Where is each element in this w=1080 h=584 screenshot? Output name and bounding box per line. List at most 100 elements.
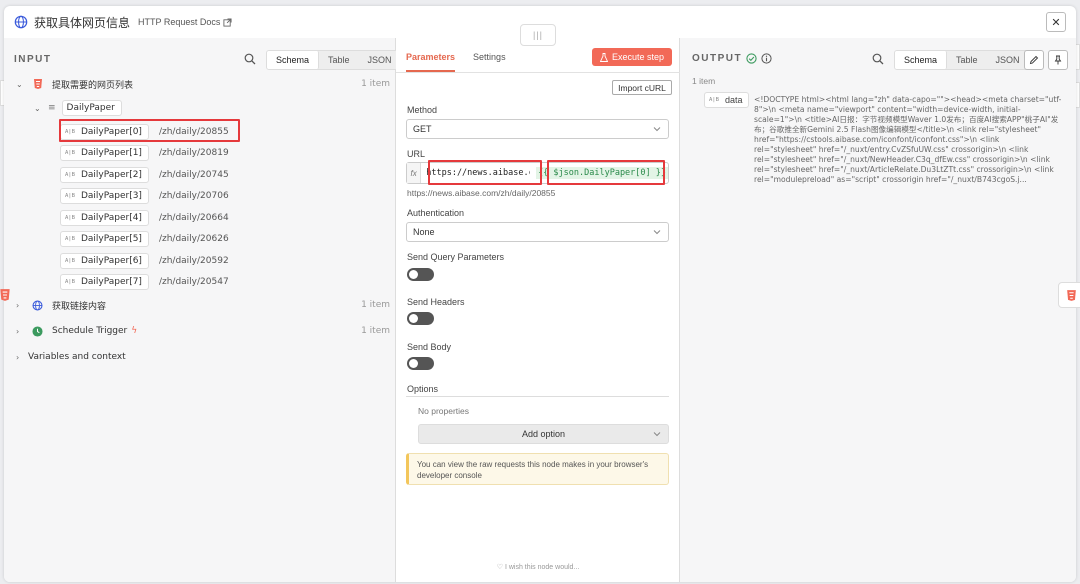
info-icon[interactable] xyxy=(761,53,772,64)
send-body-label: Send Body xyxy=(407,342,452,352)
field-value: /zh/daily/20664 xyxy=(158,213,229,223)
list-item[interactable]: A|B DailyPaper[1] /zh/daily/20819 xyxy=(60,143,229,163)
lightbulb-icon: ♡ xyxy=(496,564,505,571)
globe-icon xyxy=(14,15,28,29)
field-key: DailyPaper[2] xyxy=(80,170,142,180)
output-panel: OUTPUT Schema Table JSON 1 item A|B data… xyxy=(680,38,1076,582)
chevron-down-icon xyxy=(653,127,661,132)
variables-label: Variables and context xyxy=(28,352,126,362)
list-item[interactable]: A|B DailyPaper[5] /zh/daily/20626 xyxy=(60,229,229,249)
method-label: Method xyxy=(407,105,438,115)
output-tab-table[interactable]: Table xyxy=(947,51,987,69)
docs-link-label: HTTP Request Docs xyxy=(138,17,221,27)
output-field-pill: A|B data xyxy=(704,92,750,108)
output-heading-row: OUTPUT xyxy=(692,53,772,64)
field-pill: A|B DailyPaper[4] xyxy=(60,210,149,226)
panel-drag-handle[interactable]: ||| xyxy=(520,24,556,46)
node-title[interactable]: 获取具体网页信息 xyxy=(34,14,130,31)
field-value: /zh/daily/20592 xyxy=(158,256,229,266)
output-field-value: <!DOCTYPE html><html lang="zh" data-capo… xyxy=(754,95,1062,184)
send-body-toggle[interactable] xyxy=(407,357,434,370)
method-select[interactable]: GET xyxy=(406,119,669,139)
parameters-panel: Parameters Settings Execute step Import … xyxy=(396,38,680,582)
string-type-icon: A|B xyxy=(65,236,75,242)
next-node-button[interactable] xyxy=(1058,282,1080,308)
drag-handle-icon: ||| xyxy=(532,30,543,40)
close-icon: ✕ xyxy=(1051,16,1061,29)
field-pill: DailyPaper xyxy=(61,100,122,116)
external-link-icon xyxy=(223,17,232,27)
list-item[interactable]: A|B DailyPaper[6] /zh/daily/20592 xyxy=(60,251,229,271)
add-option-button[interactable]: Add option xyxy=(418,424,669,444)
execute-step-button[interactable]: Execute step xyxy=(592,48,672,66)
output-view-toggle: Schema Table JSON xyxy=(894,50,1030,70)
chevron-right-icon[interactable]: › xyxy=(16,301,28,310)
field-key: DailyPaper[1] xyxy=(80,148,142,158)
chevron-down-icon[interactable]: ⌄ xyxy=(34,104,46,113)
tree-node-label: Schedule Trigger xyxy=(52,326,128,336)
output-tab-json[interactable]: JSON xyxy=(987,51,1029,69)
list-item[interactable]: A|B DailyPaper[7] /zh/daily/20547 xyxy=(60,272,229,292)
html-node-icon[interactable] xyxy=(0,288,12,302)
html-node-icon xyxy=(1067,290,1076,301)
expression-fx-icon: fx xyxy=(407,163,422,183)
search-icon[interactable] xyxy=(872,53,884,65)
globe-icon xyxy=(32,299,43,311)
field-key: DailyPaper[3] xyxy=(80,191,142,201)
chevron-down-icon xyxy=(653,432,661,437)
string-type-icon: A|B xyxy=(65,193,75,199)
list-item[interactable]: A|B DailyPaper[2] /zh/daily/20745 xyxy=(60,165,229,185)
authentication-select[interactable]: None xyxy=(406,222,669,242)
list-item[interactable]: A|B DailyPaper[4] /zh/daily/20664 xyxy=(60,208,229,228)
field-value: /zh/daily/20706 xyxy=(158,191,229,201)
field-pill: A|B DailyPaper[5] xyxy=(60,231,149,247)
tree-field-dailypaper[interactable]: ⌄ ≡ DailyPaper xyxy=(34,98,122,118)
output-tab-schema[interactable]: Schema xyxy=(895,51,948,69)
variables-and-context[interactable]: › Variables and context xyxy=(16,347,126,367)
input-tab-table[interactable]: Table xyxy=(319,51,359,69)
send-headers-label: Send Headers xyxy=(407,297,465,307)
chevron-right-icon[interactable]: › xyxy=(16,327,28,336)
send-query-label: Send Query Parameters xyxy=(407,252,505,262)
list-item[interactable]: A|B DailyPaper[3] /zh/daily/20706 xyxy=(60,186,229,206)
docs-link[interactable]: HTTP Request Docs xyxy=(138,17,232,27)
tab-parameters[interactable]: Parameters xyxy=(406,52,456,72)
chevron-down-icon[interactable]: ⌄ xyxy=(16,80,28,89)
import-curl-button[interactable]: Import cURL xyxy=(612,80,672,95)
html-node-icon xyxy=(34,79,42,89)
input-tab-json[interactable]: JSON xyxy=(359,51,401,69)
field-key: DailyPaper[7] xyxy=(80,277,142,287)
tree-node-count: 1 item xyxy=(361,79,390,89)
close-button[interactable]: ✕ xyxy=(1046,12,1066,32)
list-icon: ≡ xyxy=(48,103,56,113)
field-pill: A|B DailyPaper[3] xyxy=(60,188,149,204)
tree-node-schedule-trigger[interactable]: › Schedule Trigger ϟ 1 item xyxy=(16,321,396,341)
search-icon[interactable] xyxy=(244,53,256,65)
string-type-icon: A|B xyxy=(709,97,719,103)
send-query-toggle[interactable] xyxy=(407,268,434,281)
chevron-right-icon[interactable]: › xyxy=(16,353,28,362)
output-item-count: 1 item xyxy=(692,76,716,86)
field-value: /zh/daily/20745 xyxy=(158,170,229,180)
edit-output-button[interactable] xyxy=(1024,50,1044,70)
no-properties-text: No properties xyxy=(418,406,470,416)
feedback-link[interactable]: ♡ I wish this node would... xyxy=(396,563,680,571)
field-key: DailyPaper[4] xyxy=(80,213,142,223)
tab-settings[interactable]: Settings xyxy=(473,52,506,72)
url-resolved-preview: https://news.aibase.com/zh/daily/20855 xyxy=(407,188,556,198)
input-view-toggle: Schema Table JSON xyxy=(266,50,402,70)
pin-output-button[interactable] xyxy=(1048,50,1068,70)
field-pill: A|B DailyPaper[2] xyxy=(60,167,149,183)
output-heading: OUTPUT xyxy=(692,53,743,64)
pencil-icon xyxy=(1029,55,1039,65)
string-type-icon: A|B xyxy=(65,215,75,221)
pin-icon xyxy=(1054,55,1062,65)
highlight-box-dailypaper-0 xyxy=(59,119,240,142)
tree-node-extract-list[interactable]: ⌄ 提取需要的网页列表 1 item xyxy=(16,74,396,94)
highlight-box-url-static xyxy=(428,160,542,185)
send-headers-toggle[interactable] xyxy=(407,312,434,325)
field-value: /zh/daily/20626 xyxy=(158,234,229,244)
tree-node-get-link-content[interactable]: › 获取链接内容 1 item xyxy=(16,295,396,315)
method-value: GET xyxy=(413,124,432,134)
input-tab-schema[interactable]: Schema xyxy=(267,51,320,69)
